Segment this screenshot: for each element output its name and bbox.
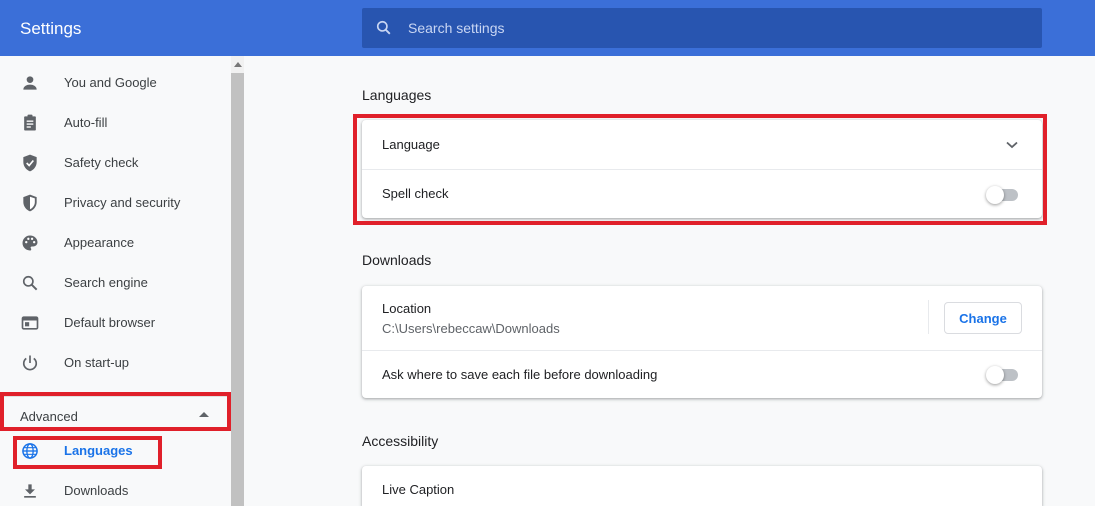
sidebar-item-label: Appearance bbox=[64, 235, 135, 250]
spell-check-toggle[interactable] bbox=[986, 186, 1020, 204]
accessibility-section-title: Accessibility bbox=[362, 433, 439, 449]
browser-icon bbox=[21, 316, 39, 330]
sidebar-item-downloads[interactable]: Downloads bbox=[0, 471, 231, 506]
search-input[interactable] bbox=[408, 8, 1028, 48]
sidebar-item-languages[interactable]: Languages bbox=[0, 431, 231, 471]
location-row: Location C:\Users\rebeccaw\Downloads Cha… bbox=[362, 286, 1042, 350]
sidebar-item-you-and-google[interactable]: You and Google bbox=[0, 63, 231, 103]
language-label: Language bbox=[382, 137, 440, 152]
spell-check-label: Spell check bbox=[382, 186, 449, 201]
ask-where-to-save-label: Ask where to save each file before downl… bbox=[382, 367, 658, 382]
sidebar-item-search-engine[interactable]: Search engine bbox=[0, 263, 231, 303]
toggle-knob bbox=[986, 186, 1004, 204]
live-caption-row[interactable]: Live Caption bbox=[362, 466, 1042, 506]
location-path: C:\Users\rebeccaw\Downloads bbox=[382, 321, 560, 336]
person-icon bbox=[23, 76, 37, 90]
sidebar-item-safety-check[interactable]: Safety check bbox=[0, 143, 231, 183]
top-bar: Settings bbox=[0, 0, 1095, 56]
caret-up-icon bbox=[199, 412, 209, 417]
advanced-section-toggle[interactable]: Advanced bbox=[0, 396, 231, 436]
scrollbar-thumb[interactable] bbox=[231, 73, 244, 506]
page-title: Settings bbox=[20, 19, 82, 38]
advanced-label: Advanced bbox=[20, 409, 78, 424]
shield-icon bbox=[23, 194, 37, 212]
search-icon bbox=[22, 275, 38, 291]
sidebar-item-label: On start-up bbox=[64, 355, 130, 370]
languages-section-title: Languages bbox=[362, 87, 432, 103]
sidebar-item-label: Search engine bbox=[64, 275, 148, 290]
sidebar-item-label: Privacy and security bbox=[64, 195, 181, 210]
ask-where-to-save-toggle[interactable] bbox=[986, 366, 1020, 384]
download-icon bbox=[24, 484, 36, 498]
ask-where-to-save-row[interactable]: Ask where to save each file before downl… bbox=[362, 351, 1042, 398]
downloads-section-title: Downloads bbox=[362, 252, 432, 268]
sidebar-item-auto-fill[interactable]: Auto-fill bbox=[0, 103, 231, 143]
scroll-up-arrow-icon[interactable] bbox=[234, 62, 242, 67]
chevron-down-icon[interactable] bbox=[1006, 141, 1018, 149]
change-location-button[interactable]: Change bbox=[944, 302, 1022, 334]
sidebar-item-on-startup[interactable]: On start-up bbox=[0, 343, 231, 383]
clipboard-icon bbox=[24, 114, 36, 131]
palette-icon bbox=[22, 235, 38, 251]
search-icon bbox=[376, 20, 391, 35]
sidebar-item-default-browser[interactable]: Default browser bbox=[0, 303, 231, 343]
accessibility-card: Live Caption bbox=[362, 466, 1042, 506]
sidebar-item-privacy[interactable]: Privacy and security bbox=[0, 183, 231, 223]
sidebar: You and Google Auto-fill Safety check Pr… bbox=[0, 56, 231, 506]
sidebar-item-label: Languages bbox=[64, 443, 133, 458]
sidebar-scrollbar[interactable] bbox=[231, 56, 244, 506]
downloads-card: Location C:\Users\rebeccaw\Downloads Cha… bbox=[362, 286, 1042, 398]
globe-icon bbox=[22, 443, 38, 459]
divider bbox=[0, 396, 231, 397]
power-icon bbox=[22, 355, 38, 371]
spell-check-row[interactable]: Spell check bbox=[362, 170, 1042, 218]
sidebar-item-label: Downloads bbox=[64, 483, 129, 498]
live-caption-label: Live Caption bbox=[382, 482, 455, 497]
sidebar-item-label: Auto-fill bbox=[64, 115, 108, 130]
divider bbox=[928, 300, 929, 334]
languages-card: Language Spell check bbox=[362, 120, 1042, 218]
search-box[interactable] bbox=[362, 8, 1042, 48]
sidebar-item-appearance[interactable]: Appearance bbox=[0, 223, 231, 263]
sidebar-item-label: You and Google bbox=[64, 75, 157, 90]
sidebar-item-label: Default browser bbox=[64, 315, 156, 330]
language-row[interactable]: Language bbox=[362, 120, 1042, 169]
location-label: Location bbox=[382, 301, 432, 316]
toggle-knob bbox=[986, 366, 1004, 384]
shield-check-icon bbox=[23, 154, 37, 172]
sidebar-item-label: Safety check bbox=[64, 155, 139, 170]
